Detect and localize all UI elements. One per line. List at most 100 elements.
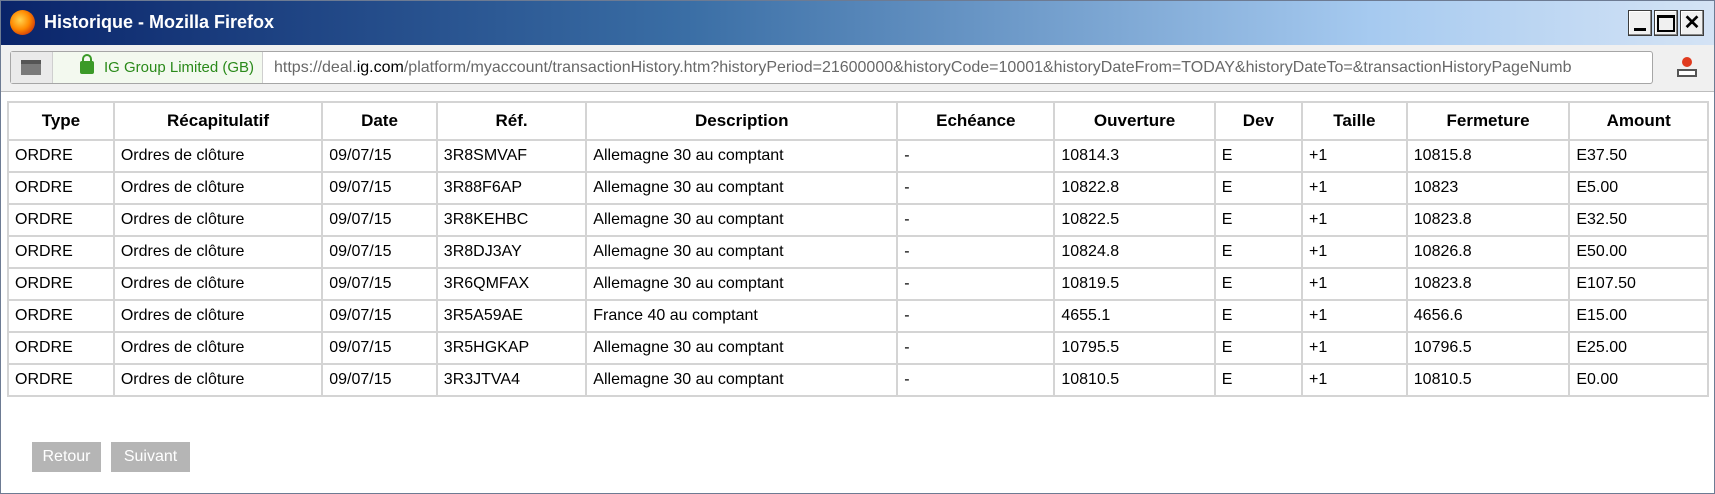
table-cell: 10822.5 xyxy=(1053,203,1216,237)
column-header: Ouverture xyxy=(1053,101,1216,141)
table-cell: +1 xyxy=(1301,267,1408,301)
table-cell: E xyxy=(1213,363,1304,397)
table-cell: E0.00 xyxy=(1568,363,1709,397)
table-cell: Allemagne 30 au comptant xyxy=(585,267,899,301)
table-cell: - xyxy=(896,139,1056,173)
table-cell: ORDRE xyxy=(7,363,115,397)
table-cell: E xyxy=(1213,171,1304,205)
table-cell: 4656.6 xyxy=(1405,299,1571,333)
table-cell: E50.00 xyxy=(1568,235,1709,269)
table-cell: Ordres de clôture xyxy=(112,171,324,205)
url-host: ig.com xyxy=(356,59,404,76)
table-row: ORDRE Ordres de clôture 09/07/15 3R88F6AP Al… xyxy=(7,171,1709,205)
table-cell: +1 xyxy=(1301,203,1408,237)
notification-dot xyxy=(1682,57,1692,67)
next-button[interactable]: Suivant xyxy=(111,442,190,472)
table-cell: - xyxy=(896,171,1056,205)
table-cell: 10826.8 xyxy=(1405,235,1571,269)
table-cell: 10810.5 xyxy=(1053,363,1216,397)
url-bar[interactable]: IG Group Limited (GB) https://deal.ig.co… xyxy=(10,51,1653,84)
table-cell: 10824.8 xyxy=(1053,235,1216,269)
lock-icon xyxy=(80,54,94,74)
column-header: Fermeture xyxy=(1405,101,1571,141)
table-row: ORDRE Ordres de clôture 09/07/15 3R8DJ3AY Al… xyxy=(7,235,1709,269)
table-cell: 09/07/15 xyxy=(321,267,438,301)
table-cell: ORDRE xyxy=(7,267,115,301)
table-cell: 10815.8 xyxy=(1405,139,1571,173)
table-cell: 3R3JTVA4 xyxy=(435,363,588,397)
table-row: ORDRE Ordres de clôture 09/07/15 3R6QMFAX Al… xyxy=(7,267,1709,301)
table-cell: E37.50 xyxy=(1568,139,1709,173)
table-cell: 09/07/15 xyxy=(321,139,438,173)
window-title: Historique - Mozilla Firefox xyxy=(44,12,275,32)
table-cell: 09/07/15 xyxy=(321,331,438,365)
table-cell: E xyxy=(1213,267,1304,301)
table-cell: +1 xyxy=(1301,331,1408,365)
browser-window: Historique - Mozilla Firefox ✕ IG Group … xyxy=(0,0,1715,494)
table-cell: Allemagne 30 au comptant xyxy=(585,363,899,397)
table-cell: 3R8SMVAF xyxy=(435,139,588,173)
transaction-history-table: Type Récapitulatif Date Réf. Description Eché… xyxy=(7,101,1709,397)
table-cell: ORDRE xyxy=(7,171,115,205)
table-cell: Ordres de clôture xyxy=(112,363,324,397)
table-row: ORDRE Ordres de clôture 09/07/15 3R5A59AE Fr… xyxy=(7,299,1709,333)
table-cell: E xyxy=(1213,203,1304,237)
table-cell: - xyxy=(896,299,1056,333)
back-button[interactable]: Retour xyxy=(32,442,101,472)
url-prefix: https://deal. xyxy=(274,59,357,76)
table-cell: 10795.5 xyxy=(1053,331,1216,365)
url-input[interactable]: https://deal.ig.com/platform/myaccount/t… xyxy=(274,59,1646,77)
table-cell: E xyxy=(1213,331,1304,365)
column-header: Réf. xyxy=(435,101,588,141)
table-cell: 10819.5 xyxy=(1053,267,1216,301)
table-cell: E25.00 xyxy=(1568,331,1709,365)
column-header: Amount xyxy=(1568,101,1709,141)
minimize-button[interactable] xyxy=(1628,10,1652,36)
table-cell: Ordres de clôture xyxy=(112,299,324,333)
table-cell: Allemagne 30 au comptant xyxy=(585,203,899,237)
table-cell: ORDRE xyxy=(7,299,115,333)
table-cell: 10810.5 xyxy=(1405,363,1571,397)
table-cell: Ordres de clôture xyxy=(112,203,324,237)
url-path: /platform/myaccount/transactionHistory.h… xyxy=(403,59,1572,76)
table-cell: 09/07/15 xyxy=(321,171,438,205)
table-cell: Ordres de clôture xyxy=(112,331,324,365)
site-identity-label: IG Group Limited (GB) xyxy=(104,59,255,76)
table-cell: France 40 au comptant xyxy=(585,299,899,333)
table-cell: 3R6QMFAX xyxy=(435,267,588,301)
notification-icon[interactable] xyxy=(1675,55,1699,79)
table-cell: E32.50 xyxy=(1568,203,1709,237)
table-body: ORDRE Ordres de clôture 09/07/15 3R8SMVAF Al… xyxy=(7,139,1709,397)
column-header: Taille xyxy=(1301,101,1408,141)
table-cell: - xyxy=(896,203,1056,237)
table-row: ORDRE Ordres de clôture 09/07/15 3R8SMVAF Al… xyxy=(7,139,1709,173)
table-cell: 09/07/15 xyxy=(321,235,438,269)
navigation-toolbar: IG Group Limited (GB) https://deal.ig.co… xyxy=(1,45,1714,92)
maximize-button[interactable] xyxy=(1654,10,1678,36)
table-cell: 10822.8 xyxy=(1053,171,1216,205)
table-cell: - xyxy=(896,331,1056,365)
table-cell: +1 xyxy=(1301,171,1408,205)
close-icon: ✕ xyxy=(1683,12,1701,34)
table-cell: 09/07/15 xyxy=(321,299,438,333)
table-row: ORDRE Ordres de clôture 09/07/15 3R8KEHBC Al… xyxy=(7,203,1709,237)
column-header: Dev xyxy=(1213,101,1304,141)
table-header-row: Type Récapitulatif Date Réf. Description Eché… xyxy=(7,101,1709,141)
table-cell: - xyxy=(896,363,1056,397)
site-identity-button[interactable]: IG Group Limited (GB) xyxy=(53,52,263,83)
table-cell: 10823.8 xyxy=(1405,267,1571,301)
title-bar[interactable]: Historique - Mozilla Firefox ✕ xyxy=(1,1,1714,45)
table-cell: +1 xyxy=(1301,363,1408,397)
table-cell: 10823.8 xyxy=(1405,203,1571,237)
table-cell: 3R8KEHBC xyxy=(435,203,588,237)
table-cell: Allemagne 30 au comptant xyxy=(585,331,899,365)
firefox-icon xyxy=(10,10,35,35)
close-button[interactable]: ✕ xyxy=(1680,10,1704,36)
table-cell: E107.50 xyxy=(1568,267,1709,301)
table-cell: - xyxy=(896,267,1056,301)
page-info-button[interactable] xyxy=(11,52,53,83)
table-cell: 09/07/15 xyxy=(321,363,438,397)
table-cell: 3R8DJ3AY xyxy=(435,235,588,269)
table-cell: E xyxy=(1213,235,1304,269)
table-cell: 10796.5 xyxy=(1405,331,1571,365)
